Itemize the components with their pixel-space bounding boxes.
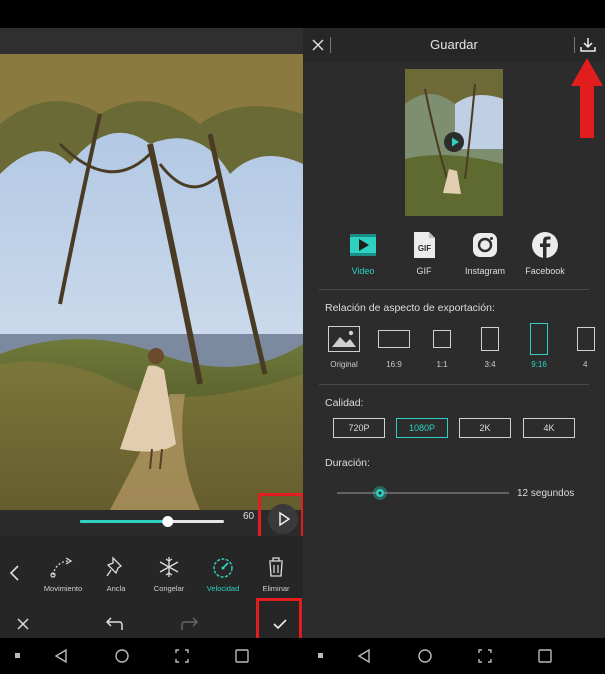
tool-speed[interactable]: Velocidad xyxy=(195,556,251,593)
nav-back-icon[interactable] xyxy=(357,648,371,664)
editor-top-bar xyxy=(0,28,303,54)
nav-dot-icon xyxy=(318,653,323,658)
aspect-label: 1:1 xyxy=(436,360,448,369)
play-button-highlight xyxy=(258,493,304,539)
chevron-left-icon[interactable] xyxy=(8,564,22,582)
time-label: 60 xyxy=(243,511,255,522)
video-preview xyxy=(0,54,303,510)
save-title: Guardar xyxy=(430,37,478,52)
aspect-original[interactable]: Original xyxy=(321,326,367,369)
format-label: Instagram xyxy=(464,266,506,276)
quality-1080p[interactable]: 1080P xyxy=(396,418,448,438)
svg-text:GIF: GIF xyxy=(418,244,431,253)
duration-section-label: Duración: xyxy=(325,457,370,469)
nav-screenshot-icon[interactable] xyxy=(174,648,190,664)
aspect-label: 4 xyxy=(583,360,588,369)
aspect-16-9[interactable]: 16:9 xyxy=(371,326,417,369)
trash-icon xyxy=(269,557,283,577)
aspect-section-label: Relación de aspecto de exportación: xyxy=(325,302,495,314)
aspect-label: 16:9 xyxy=(386,360,402,369)
redo-icon[interactable] xyxy=(180,616,200,632)
save-header: Guardar xyxy=(303,28,605,62)
aspect-shape xyxy=(433,330,451,348)
nav-home-icon[interactable] xyxy=(114,648,130,664)
aspect-shape xyxy=(481,327,499,351)
save-panel: Guardar Video GIF GIF Instagram Facebook… xyxy=(303,0,605,674)
duration-slider[interactable] xyxy=(335,485,511,501)
image-landscape-icon xyxy=(328,326,360,352)
format-label: Facebook xyxy=(525,266,565,276)
nav-back-icon[interactable] xyxy=(54,648,68,664)
quality-2k[interactable]: 2K xyxy=(459,418,511,438)
format-facebook[interactable]: Facebook xyxy=(515,230,575,276)
tool-label: Congelar xyxy=(153,584,185,593)
android-nav-bar-left xyxy=(0,638,303,674)
format-label: Video xyxy=(351,266,375,276)
aspect-4-partial[interactable]: 4 xyxy=(565,326,605,369)
aspect-shape xyxy=(378,330,410,348)
quality-section-label: Calidad: xyxy=(325,397,364,409)
quality-720p[interactable]: 720P xyxy=(333,418,385,438)
aspect-label: Original xyxy=(330,360,358,369)
seek-slider[interactable] xyxy=(78,514,228,528)
pin-icon xyxy=(106,556,123,577)
instagram-icon xyxy=(473,233,497,257)
facebook-icon xyxy=(532,232,558,258)
aspect-label: 9:16 xyxy=(531,360,547,369)
undo-icon[interactable] xyxy=(104,616,124,632)
tool-label: Eliminar xyxy=(262,584,290,593)
tool-label: Velocidad xyxy=(206,584,240,593)
format-video[interactable]: Video xyxy=(333,230,393,276)
gif-file-icon: GIF xyxy=(414,232,435,258)
section-divider xyxy=(319,384,589,385)
play-icon xyxy=(452,137,459,147)
speedometer-icon xyxy=(213,558,233,578)
tool-delete[interactable]: Eliminar xyxy=(248,556,304,593)
editor-panel: 60 Movimiento Ancla Congelar Velocidad E… xyxy=(0,0,304,674)
thumbnail-play-button[interactable] xyxy=(444,132,464,152)
android-nav-bar-right xyxy=(303,638,605,674)
save-body: Video GIF GIF Instagram Facebook Relació… xyxy=(303,62,605,638)
tool-motion[interactable]: Movimiento xyxy=(35,556,91,593)
format-label: GIF xyxy=(416,266,432,276)
duration-value: 12 segundos xyxy=(517,488,575,499)
nav-recents-icon[interactable] xyxy=(537,648,553,664)
nav-home-icon[interactable] xyxy=(417,648,433,664)
format-gif[interactable]: GIF GIF xyxy=(394,230,454,276)
aspect-shape xyxy=(530,323,548,355)
snowflake-icon xyxy=(159,557,179,577)
format-instagram[interactable]: Instagram xyxy=(455,230,515,276)
aspect-9-16[interactable]: 9:16 xyxy=(516,323,562,369)
header-divider xyxy=(574,37,575,53)
annotation-arrow-icon xyxy=(571,58,603,138)
tool-anchor[interactable]: Ancla xyxy=(88,556,144,593)
tool-label: Ancla xyxy=(106,584,126,593)
video-thumbnail xyxy=(405,69,503,216)
tool-freeze[interactable]: Congelar xyxy=(141,556,197,593)
quality-4k[interactable]: 4K xyxy=(523,418,575,438)
nav-dot-icon xyxy=(15,653,20,658)
section-divider xyxy=(319,289,589,290)
aspect-shape xyxy=(577,327,595,351)
motion-path-icon xyxy=(50,557,73,578)
nav-recents-icon[interactable] xyxy=(234,648,250,664)
aspect-label: 3:4 xyxy=(484,360,496,369)
video-play-icon xyxy=(350,234,376,256)
nav-screenshot-icon[interactable] xyxy=(477,648,493,664)
download-icon[interactable] xyxy=(579,36,597,54)
tool-label: Movimiento xyxy=(43,584,83,593)
aspect-3-4[interactable]: 3:4 xyxy=(467,326,513,369)
aspect-1-1[interactable]: 1:1 xyxy=(419,326,465,369)
close-icon[interactable] xyxy=(16,617,30,631)
